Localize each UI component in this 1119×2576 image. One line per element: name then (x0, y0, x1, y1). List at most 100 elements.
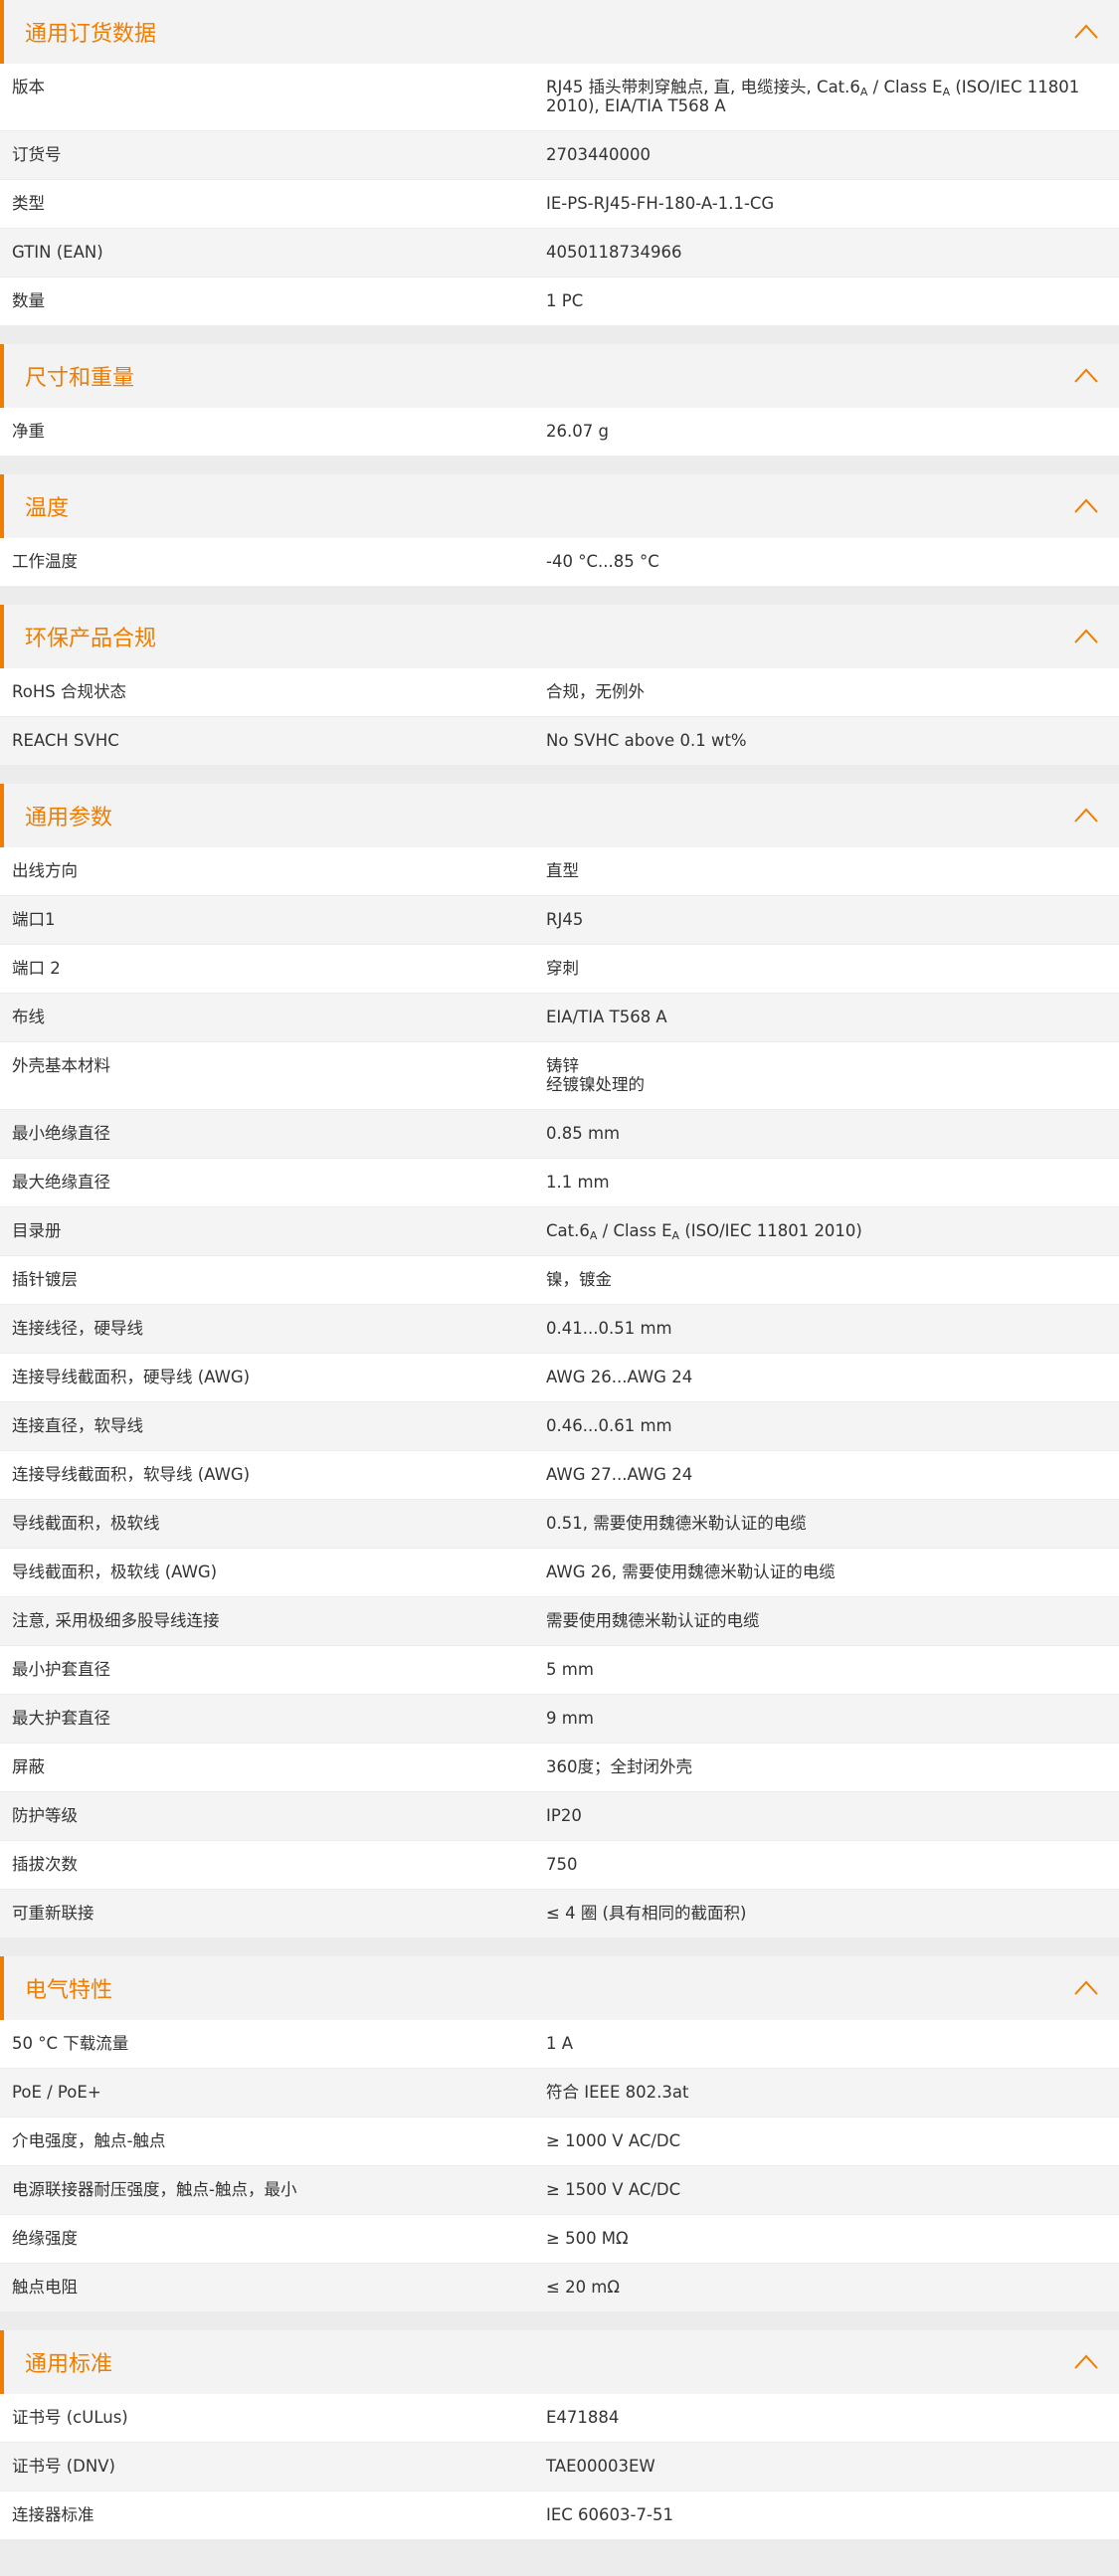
spec-value: 9 mm (546, 1709, 594, 1728)
section-compliance: 环保产品合规 RoHS 合规状态 合规，无例外 REACH SVHC No SVHC a… (0, 605, 1119, 766)
spec-label: 端口1 (12, 910, 56, 929)
section-title: 电气特性 (25, 1978, 113, 2003)
spec-label: 连接导线截面积，硬导线 (AWG) (12, 1368, 251, 1386)
spec-label: GTIN (EAN) (12, 243, 103, 262)
spec-label: 证书号 (DNV) (12, 2457, 115, 2476)
spec-row: 最小护套直径 5 mm (0, 1646, 1119, 1695)
spec-label: 注意, 采用极细多股导线连接 (12, 1611, 220, 1630)
spec-label: 连接导线截面积，软导线 (AWG) (12, 1465, 251, 1484)
spec-label: 布线 (12, 1008, 45, 1026)
spec-value: 26.07 g (546, 422, 609, 441)
chevron-up-icon[interactable] (1073, 20, 1099, 44)
spec-row: 介电强度，触点-触点 ≥ 1000 V AC/DC (0, 2117, 1119, 2166)
spec-value: IP20 (546, 1806, 582, 1825)
spec-label: 触点电阻 (12, 2278, 78, 2297)
section-temperature: 温度 工作温度 -40 °C...85 °C (0, 474, 1119, 587)
spec-label: 电源联接器耐压强度，触点-触点，最小 (12, 2180, 297, 2199)
spec-value: AWG 26...AWG 24 (546, 1368, 693, 1386)
chevron-up-icon[interactable] (1073, 2350, 1099, 2374)
section-header-temperature[interactable]: 温度 (0, 474, 1119, 538)
spec-row: GTIN (EAN) 4050118734966 (0, 229, 1119, 277)
spec-row: 导线截面积，极软线 0.51, 需要使用魏德米勒认证的电缆 (0, 1500, 1119, 1549)
spec-label: 端口 2 (12, 959, 61, 978)
spec-label: 防护等级 (12, 1806, 78, 1825)
spec-label: 连接线径，硬导线 (12, 1319, 143, 1338)
spec-value: ≤ 4 圈 (具有相同的截面积) (546, 1904, 747, 1923)
spec-label: 绝缘强度 (12, 2229, 78, 2248)
spec-label: 插针镀层 (12, 1270, 78, 1289)
spec-value: EIA/TIA T568 A (546, 1008, 667, 1026)
spec-row: 工作温度 -40 °C...85 °C (0, 538, 1119, 587)
spec-row: 触点电阻 ≤ 20 mΩ (0, 2264, 1119, 2312)
spec-value: Cat.6A / Class EA (ISO/IEC 11801 2010) (546, 1221, 862, 1242)
spec-value: RJ45 插头带刺穿触点, 直, 电缆接头, Cat.6A / Class EA… (546, 78, 1080, 115)
spec-row: 连接导线截面积，硬导线 (AWG) AWG 26...AWG 24 (0, 1354, 1119, 1402)
spec-value: 4050118734966 (546, 243, 682, 262)
spec-label: 导线截面积，极软线 (12, 1514, 160, 1533)
chevron-up-icon[interactable] (1073, 1976, 1099, 2000)
spec-row: 绝缘强度 ≥ 500 MΩ (0, 2215, 1119, 2264)
spec-row: 导线截面积，极软线 (AWG) AWG 26, 需要使用魏德米勒认证的电缆 (0, 1549, 1119, 1597)
spec-label: 最小护套直径 (12, 1660, 110, 1679)
spec-value: ≥ 1500 V AC/DC (546, 2180, 681, 2199)
spec-value: IE-PS-RJ45-FH-180-A-1.1-CG (546, 194, 775, 213)
spec-value: 铸锌 经镀镍处理的 (546, 1056, 645, 1094)
section-title: 通用标准 (25, 2352, 113, 2377)
chevron-up-icon[interactable] (1073, 364, 1099, 388)
spec-row: 数量 1 PC (0, 277, 1119, 326)
spec-value: TAE00003EW (546, 2457, 655, 2476)
section-header-general-order[interactable]: 通用订货数据 (0, 0, 1119, 64)
spec-row: PoE / PoE+ 符合 IEEE 802.3at (0, 2069, 1119, 2117)
spec-row: 连接直径，软导线 0.46...0.61 mm (0, 1402, 1119, 1451)
spec-value: ≥ 500 MΩ (546, 2229, 629, 2248)
spec-row: 端口 2 穿刺 (0, 945, 1119, 994)
spec-value: IEC 60603-7-51 (546, 2505, 673, 2524)
spec-sheet: 通用订货数据版本 RJ45 插头带刺穿触点, 直, 电缆接头, Cat.6A / … (0, 0, 1119, 2540)
spec-label: 连接直径，软导线 (12, 1416, 143, 1435)
spec-row: 目录册 Cat.6A / Class EA (ISO/IEC 11801 2010… (0, 1207, 1119, 1256)
spec-label: 数量 (12, 291, 45, 310)
section-body: 净重 26.07 g (0, 408, 1119, 457)
spec-value: 需要使用魏德米勒认证的电缆 (546, 1611, 760, 1630)
section-header-dimensions[interactable]: 尺寸和重量 (0, 344, 1119, 408)
spec-value: ≤ 20 mΩ (546, 2278, 620, 2297)
section-electrical: 电气特性 50 °C 下载流量 1 A PoE / PoE+ 符合 IEEE 802.3… (0, 1956, 1119, 2312)
spec-label: 介电强度，触点-触点 (12, 2131, 166, 2150)
spec-value: 0.46...0.61 mm (546, 1416, 672, 1435)
spec-row: 屏蔽 360度；全封闭外壳 (0, 1744, 1119, 1792)
section-title: 通用参数 (25, 806, 113, 830)
spec-value: No SVHC above 0.1 wt% (546, 731, 747, 750)
section-header-electrical[interactable]: 电气特性 (0, 1956, 1119, 2020)
spec-value: 直型 (546, 861, 579, 880)
spec-label: REACH SVHC (12, 731, 119, 750)
spec-row: 证书号 (DNV) TAE00003EW (0, 2443, 1119, 2491)
spec-value: 0.41...0.51 mm (546, 1319, 672, 1338)
spec-row: 证书号 (cULus) E471884 (0, 2394, 1119, 2443)
chevron-up-icon[interactable] (1073, 625, 1099, 648)
spec-row: 最大护套直径 9 mm (0, 1695, 1119, 1744)
spec-label: 最大绝缘直径 (12, 1173, 110, 1192)
chevron-up-icon[interactable] (1073, 494, 1099, 518)
spec-label: 工作温度 (12, 552, 78, 571)
spec-row: REACH SVHC No SVHC above 0.1 wt% (0, 717, 1119, 766)
section-header-compliance[interactable]: 环保产品合规 (0, 605, 1119, 668)
section-header-general-params[interactable]: 通用参数 (0, 784, 1119, 847)
spec-value: AWG 27...AWG 24 (546, 1465, 693, 1484)
spec-value: 镍，镀金 (546, 1270, 612, 1289)
chevron-up-icon[interactable] (1073, 804, 1099, 828)
section-body: 50 °C 下载流量 1 A PoE / PoE+ 符合 IEEE 802.3at 介电… (0, 2020, 1119, 2312)
spec-label: 50 °C 下载流量 (12, 2034, 129, 2053)
spec-value: 1.1 mm (546, 1173, 610, 1192)
section-body: 工作温度 -40 °C...85 °C (0, 538, 1119, 587)
section-body: 版本 RJ45 插头带刺穿触点, 直, 电缆接头, Cat.6A / Class … (0, 64, 1119, 326)
spec-row: 类型 IE-PS-RJ45-FH-180-A-1.1-CG (0, 180, 1119, 229)
spec-value: E471884 (546, 2408, 620, 2427)
spec-row: 插针镀层 镍，镀金 (0, 1256, 1119, 1305)
spec-label: 版本 (12, 78, 45, 96)
spec-row: 版本 RJ45 插头带刺穿触点, 直, 电缆接头, Cat.6A / Class … (0, 64, 1119, 131)
spec-row: 端口1 RJ45 (0, 896, 1119, 945)
section-header-standards[interactable]: 通用标准 (0, 2330, 1119, 2394)
spec-row: 50 °C 下载流量 1 A (0, 2020, 1119, 2069)
spec-label: 最大护套直径 (12, 1709, 110, 1728)
section-title: 尺寸和重量 (25, 366, 135, 391)
